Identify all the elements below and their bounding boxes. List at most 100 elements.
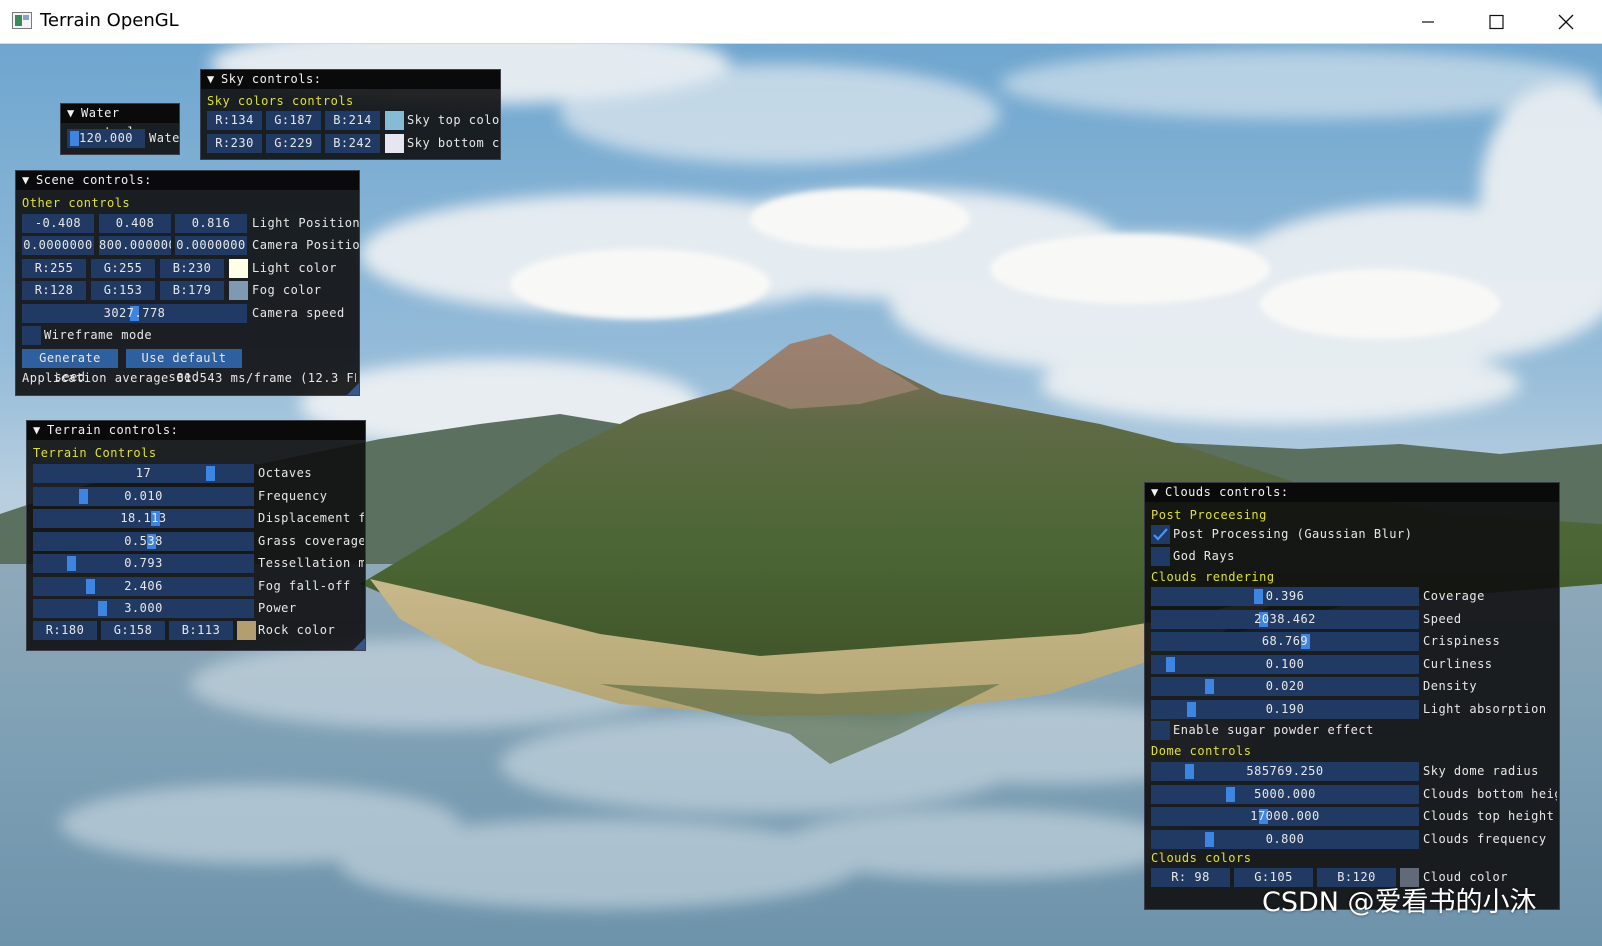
sky-controls-title: Sky controls: — [221, 72, 322, 86]
god-rays-checkbox[interactable] — [1151, 547, 1170, 566]
terrain-controls-panel: ▼ Terrain controls: Terrain Controls 17 O… — [26, 420, 366, 651]
slider-sky-dome-radius[interactable]: 585769.250 — [1151, 762, 1419, 781]
sky-colors-section: Sky colors controls — [207, 94, 354, 108]
rock-color-r[interactable]: R:180 — [33, 621, 97, 640]
slider-label: Curliness — [1423, 656, 1493, 671]
camera-speed-label: Camera speed — [252, 306, 345, 320]
sky-bottom-r[interactable]: R:230 — [207, 134, 262, 153]
light-color-r[interactable]: R:255 — [22, 259, 86, 278]
slider-clouds-bottom-heigh[interactable]: 5000.000 — [1151, 784, 1419, 804]
maximize-icon[interactable] — [1462, 0, 1530, 44]
slider-grab[interactable] — [1254, 589, 1264, 604]
rock-color-b[interactable]: B:113 — [169, 621, 233, 640]
camera-position-z[interactable]: 0.0000000 — [175, 236, 247, 255]
slider-light-absorption[interactable]: 0.190 — [1151, 699, 1419, 719]
wireframe-checkbox[interactable] — [22, 326, 41, 345]
sky-bottom-g[interactable]: G:229 — [266, 134, 321, 153]
camera-speed-slider[interactable]: 3027.778 — [22, 304, 247, 323]
slider-clouds-top-height[interactable]: 17000.000 — [1151, 807, 1419, 826]
slider-grab[interactable] — [69, 131, 79, 146]
slider-tessellation-mu[interactable]: 0.793 — [33, 554, 254, 573]
slider-clouds-frequency[interactable]: 0.800 — [1151, 829, 1419, 849]
collapse-triangle-icon[interactable]: ▼ — [33, 421, 41, 440]
slider-grab[interactable] — [79, 488, 89, 504]
light-color-swatch[interactable] — [229, 259, 248, 278]
resize-grip[interactable] — [353, 638, 365, 650]
sky-top-g[interactable]: G:187 — [266, 111, 321, 130]
generate-seed-button[interactable]: Generate seed — [22, 349, 118, 384]
slider-label: Coverage — [1423, 589, 1485, 603]
slider-grab[interactable] — [66, 556, 76, 571]
fog-color-g[interactable]: G:153 — [91, 281, 155, 300]
slider-value: 0.538 — [124, 533, 163, 548]
collapse-triangle-icon[interactable]: ▼ — [67, 104, 75, 123]
slider-frequency[interactable]: 0.010 — [33, 486, 254, 506]
fog-color-swatch[interactable] — [229, 281, 248, 300]
rock-color-g[interactable]: G:158 — [101, 621, 165, 640]
light-color-b[interactable]: B:230 — [160, 259, 224, 278]
water-controls-header[interactable]: ▼ Water controls — [61, 104, 179, 139]
sky-top-color-label: Sky top color — [407, 113, 501, 127]
light-position-z[interactable]: 0.816 — [175, 214, 247, 233]
sky-bottom-color-swatch[interactable] — [385, 134, 404, 153]
sky-top-r[interactable]: R:134 — [207, 111, 262, 130]
fog-color-b[interactable]: B:179 — [160, 281, 224, 300]
slider-value: 0.190 — [1265, 701, 1305, 716]
fog-color-r[interactable]: R:128 — [22, 281, 86, 300]
slider-grab[interactable] — [1187, 701, 1197, 717]
slider-curliness[interactable]: 0.100 — [1151, 654, 1419, 674]
light-position-y[interactable]: 0.408 — [99, 214, 171, 233]
post-processing-checkbox[interactable] — [1151, 525, 1170, 544]
slider-speed[interactable]: 2038.462 — [1151, 609, 1419, 629]
use-default-seed-button[interactable]: Use default seed — [126, 349, 242, 384]
slider-octaves[interactable]: 17 — [33, 464, 254, 483]
collapse-triangle-icon[interactable]: ▼ — [207, 70, 215, 89]
collapse-triangle-icon[interactable]: ▼ — [22, 171, 30, 190]
slider-coverage[interactable]: 0.396 — [1151, 587, 1419, 606]
clouds-controls-header[interactable]: ▼ Clouds controls: — [1145, 483, 1559, 502]
camera-speed-value: 3027.778 — [103, 306, 166, 320]
collapse-triangle-icon[interactable]: ▼ — [1151, 483, 1159, 502]
slider-value: 0.800 — [1265, 831, 1305, 846]
slider-grass-coverage[interactable]: 0.538 — [33, 531, 254, 551]
sugar-powder-checkbox[interactable] — [1151, 721, 1170, 740]
slider-label: Fog fall-off — [258, 578, 351, 593]
terrain-controls-header[interactable]: ▼ Terrain controls: — [27, 421, 365, 440]
sky-bottom-color-label: Sky bottom co — [407, 136, 499, 150]
resize-grip[interactable] — [347, 383, 359, 395]
sky-top-b[interactable]: B:214 — [325, 111, 380, 130]
sky-top-color-swatch[interactable] — [385, 111, 404, 130]
scene-controls-panel: ▼ Scene controls: Other controls -0.408 … — [15, 170, 360, 396]
camera-position-x[interactable]: 0.0000000 — [22, 236, 94, 255]
water-height-slider[interactable]: 120.000 — [67, 129, 145, 148]
slider-value: 0.396 — [1265, 589, 1305, 603]
slider-density[interactable]: 0.020 — [1151, 677, 1419, 696]
sky-controls-header[interactable]: ▼ Sky controls: — [201, 70, 500, 89]
close-icon[interactable] — [1530, 0, 1598, 44]
slider-label: Octaves — [258, 466, 313, 480]
camera-position-y[interactable]: 800.000000 — [99, 236, 171, 255]
cloud-color-r[interactable]: R: 98 — [1151, 868, 1230, 887]
slider-displacement-fa[interactable]: 18.113 — [33, 509, 254, 528]
scene-controls-header[interactable]: ▼ Scene controls: — [16, 171, 359, 190]
slider-grab[interactable] — [206, 466, 216, 481]
minimize-icon[interactable] — [1394, 0, 1462, 44]
water-height-label: Wate — [149, 131, 179, 145]
slider-grab[interactable] — [85, 578, 95, 594]
light-color-g[interactable]: G:255 — [91, 259, 155, 278]
slider-crispiness[interactable]: 68.769 — [1151, 632, 1419, 651]
slider-fog-fall-off[interactable]: 2.406 — [33, 576, 254, 596]
slider-power[interactable]: 3.000 — [33, 599, 254, 618]
light-position-x[interactable]: -0.408 — [22, 214, 94, 233]
slider-grab[interactable] — [1225, 786, 1235, 802]
slider-grab[interactable] — [1166, 656, 1176, 672]
slider-grab[interactable] — [1205, 679, 1215, 694]
rock-color-swatch[interactable] — [237, 621, 256, 640]
slider-grab[interactable] — [98, 601, 108, 616]
slider-grab[interactable] — [1184, 764, 1194, 779]
camera-position-label: Camera Position — [252, 238, 360, 252]
sky-bottom-b[interactable]: B:242 — [325, 134, 380, 153]
slider-label: Speed — [1423, 611, 1462, 626]
slider-label: Crispiness — [1423, 634, 1501, 648]
slider-grab[interactable] — [1205, 831, 1215, 847]
